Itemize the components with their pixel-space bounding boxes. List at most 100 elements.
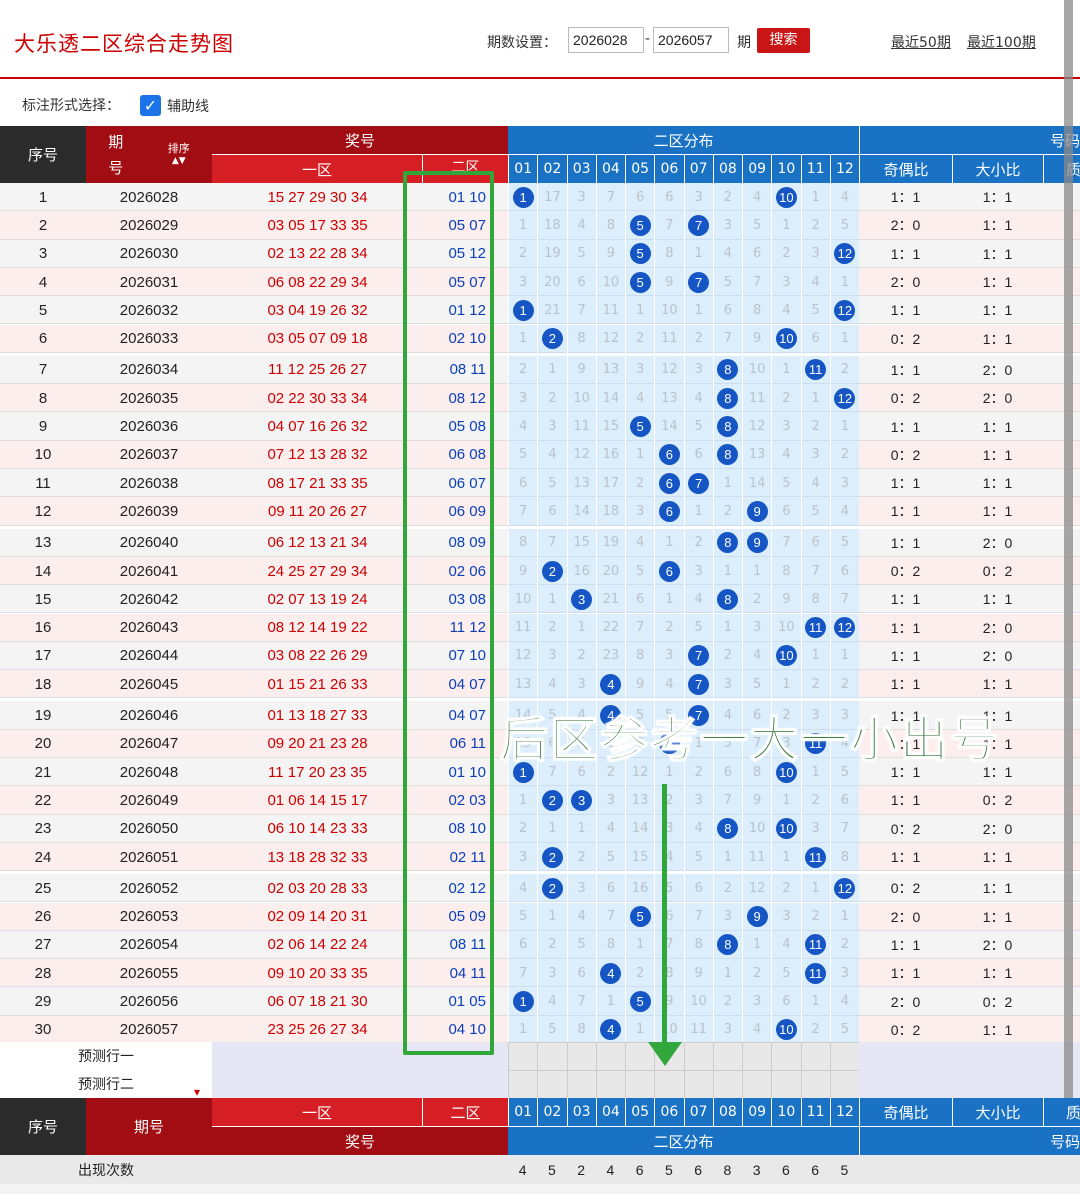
dist-cell: 3 (625, 497, 654, 526)
dist-cell: 9 (625, 670, 654, 699)
row-front: 02 22 30 33 34 (267, 389, 368, 407)
dist-cell: 9 (742, 324, 771, 353)
row-front: 23 25 26 27 34 (267, 1021, 368, 1039)
ball-11: 11 (805, 359, 827, 381)
dist-cell: 2 (625, 469, 654, 498)
dist-cell: 1 (712, 556, 742, 586)
row-front: 06 12 13 21 34 (267, 534, 368, 552)
scrollbar[interactable] (1064, 0, 1073, 1098)
ball-12: 12 (834, 299, 856, 321)
dist-cell: 12 (829, 874, 859, 903)
occ-count: 4 (606, 1161, 615, 1178)
row-big: 0：2 (982, 993, 1013, 1010)
dist-cell: 18 (595, 497, 625, 526)
footer-seq: 序号 (0, 1098, 86, 1155)
dist-cell: 11 (800, 355, 830, 385)
dist-cell: 2 (712, 641, 742, 671)
footer-odd: 奇偶比 (859, 1098, 952, 1126)
ball-05: 5 (629, 271, 651, 293)
ball-06: 6 (658, 472, 680, 494)
ball-12: 12 (834, 387, 856, 409)
dist-cell: 6 (654, 183, 683, 212)
row-front: 11 17 20 23 35 (268, 763, 367, 781)
sort-toggle[interactable]: 排序 ▲▼ (168, 142, 190, 167)
dist-cell: 7 (625, 613, 654, 642)
dist-cell: 1 (771, 842, 800, 872)
dist-cell: 2 (683, 528, 713, 557)
dist-cell: 7 (683, 267, 713, 297)
dist-cell: 21 (537, 296, 566, 325)
dist-cell: 8 (566, 324, 596, 353)
footer-hao: 号码 (859, 1126, 1080, 1155)
ball-01: 1 (512, 991, 534, 1013)
dist-cell: 6 (654, 440, 683, 469)
dist-cell: 12 (566, 440, 596, 469)
dist-cell: 7 (683, 211, 713, 240)
dist-divider (712, 1042, 714, 1098)
dist-cell: 19 (537, 239, 566, 268)
row-front: 07 12 13 28 32 (267, 446, 368, 464)
dist-cell: 6 (508, 469, 537, 498)
dist-cell: 4 (771, 930, 800, 960)
row-odd: 0：2 (890, 390, 921, 407)
footer-zone2: 二区 (423, 1098, 508, 1126)
row-issue: 2026043 (119, 619, 179, 637)
dist-cell: 9 (654, 267, 683, 297)
dist-cell: 6 (654, 497, 683, 526)
dist-cell: 1 (566, 613, 596, 642)
dist-cell: 22 (595, 613, 625, 642)
dist-cell: 3 (712, 670, 742, 699)
ball-08: 8 (717, 588, 739, 610)
dist-cell: 11 (742, 842, 771, 872)
dist-divider (566, 1042, 568, 1098)
dist-cell: 1 (742, 930, 771, 960)
col-08: 08 (712, 154, 742, 183)
row-seq: 17 (34, 647, 52, 665)
dist-cell: 3 (683, 355, 713, 385)
occ-count: 5 (547, 1161, 556, 1178)
ball-06: 6 (658, 500, 680, 522)
dist-cell: 7 (654, 211, 683, 240)
dist-cell: 3 (654, 641, 683, 671)
dist-cell: 12 (742, 412, 771, 441)
dist-cell: 2 (800, 902, 830, 931)
row-odd: 0：2 (890, 563, 921, 580)
dist-divider (771, 1042, 773, 1098)
dist-cell: 5 (683, 842, 713, 872)
row-front: 09 11 20 26 27 (268, 502, 367, 520)
row-issue: 2026046 (119, 707, 179, 725)
dist-cell: 21 (595, 585, 625, 614)
row-seq: 24 (34, 848, 52, 866)
header-issue[interactable]: 期号 排序 ▲▼ (86, 126, 212, 183)
ball-10: 10 (775, 1019, 797, 1041)
dist-cell: 3 (683, 183, 713, 212)
dist-cell: 1 (683, 497, 713, 526)
row-issue: 2026037 (119, 446, 179, 464)
dist-cell: 1 (508, 183, 537, 212)
dist-cell: 12 (829, 613, 859, 642)
ball-03: 3 (571, 789, 593, 811)
dist-cell: 11 (566, 412, 596, 441)
dist-cell: 13 (566, 469, 596, 498)
pred-row-1-label[interactable]: 预测行一 (0, 1042, 212, 1070)
dist-cell: 4 (654, 842, 683, 872)
annotation-arrow-head (648, 1042, 682, 1066)
row-seq: 13 (34, 534, 52, 552)
dist-cell: 6 (508, 930, 537, 960)
dist-cell: 3 (829, 959, 859, 988)
ball-06: 6 (658, 444, 680, 466)
row-front: 03 08 22 26 29 (267, 647, 368, 665)
footer-zone1: 一区 (212, 1098, 423, 1126)
dist-cell: 1 (508, 296, 537, 325)
pred-row-2-input[interactable] (212, 1070, 508, 1098)
dist-cell: 3 (712, 1015, 742, 1044)
dist-cell: 6 (654, 469, 683, 498)
trend-table: 序号期号排序▲▼奖号一区二区二区二区分布01020304050607080910… (0, 0, 1080, 1194)
row-issue: 2026032 (119, 301, 179, 319)
pred-row-2-label[interactable]: 预测行二 (0, 1070, 212, 1098)
dist-cell: 8 (712, 585, 742, 614)
row-big: 1：1 (982, 302, 1013, 319)
row-odd: 0：2 (890, 446, 921, 463)
dist-cell: 3 (566, 670, 596, 699)
dist-cell: 12 (595, 324, 625, 353)
